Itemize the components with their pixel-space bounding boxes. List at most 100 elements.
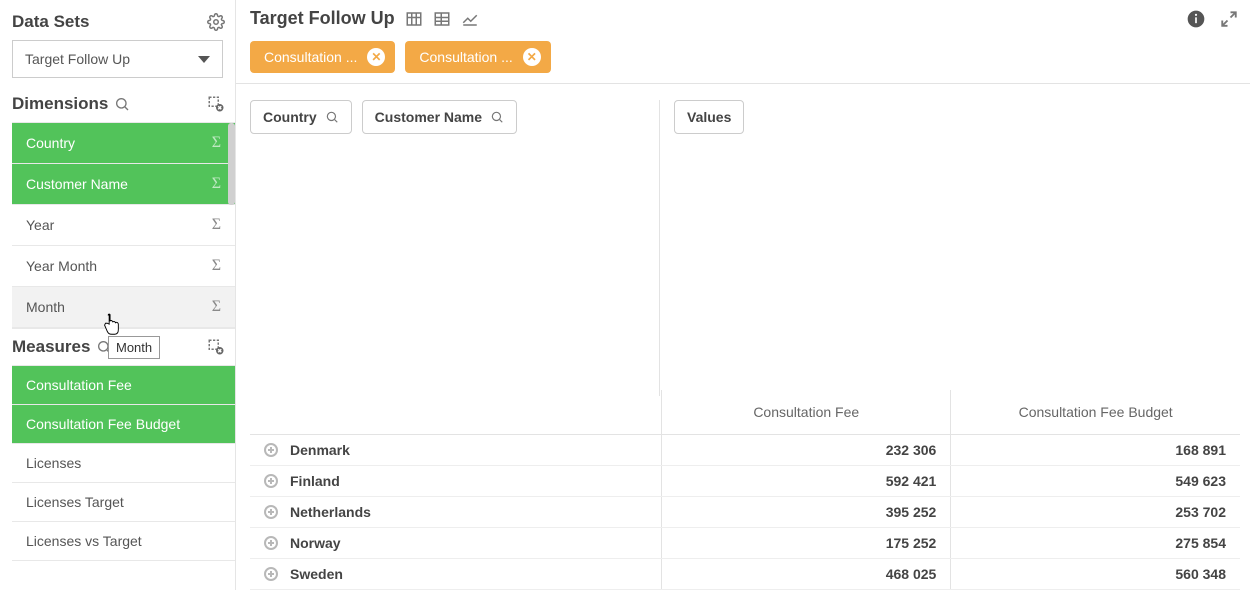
value-field-chips: Values [660,100,1240,134]
field-label: Values [687,109,731,125]
dataset-selected-label: Target Follow Up [25,51,130,67]
dimension-item-country[interactable]: Country Σ [12,123,235,164]
measure-label: Licenses Target [26,494,124,510]
gear-icon[interactable] [207,13,225,31]
field-label: Customer Name [375,109,482,125]
table-row[interactable]: Sweden 468 025 560 348 [250,559,1240,590]
value-column-header[interactable]: Consultation Fee Budget [951,390,1240,435]
sidebar: Data Sets Target Follow Up Dimensions [0,0,236,590]
dimensions-title: Dimensions [12,94,130,114]
sigma-icon[interactable]: Σ [212,175,221,193]
measure-item-licenses[interactable]: Licenses [12,444,235,483]
expand-icon[interactable] [264,536,278,550]
row-field-chips: Country Customer Name [250,100,659,134]
dimension-item-month[interactable]: Month Σ [12,287,235,328]
fullscreen-icon[interactable] [1220,10,1238,28]
cell-value: 275 854 [951,528,1240,559]
cell-value: 592 421 [662,466,951,497]
filter-chip-label: Consultation ... [264,49,357,65]
datasets-title: Data Sets [12,12,89,32]
dimension-item-year[interactable]: Year Σ [12,205,235,246]
pivot-rows-area: Country Customer Name [250,100,660,396]
filter-chip-label: Consultation ... [419,49,512,65]
measure-item-licenses-vs-target[interactable]: Licenses vs Target [12,522,235,560]
chevron-down-icon [198,56,210,63]
measure-label: Consultation Fee Budget [26,416,180,432]
table-row[interactable]: Finland 592 421 549 623 [250,466,1240,497]
search-icon[interactable] [490,110,504,124]
pivot-table-icon[interactable] [433,10,451,28]
cell-value: 560 348 [951,559,1240,590]
pivot-table-wrap: Consultation Fee Consultation Fee Budget… [236,390,1250,590]
measure-label: Licenses [26,455,81,471]
main-header: Target Follow Up [236,0,1250,35]
measure-label: Consultation Fee [26,377,132,393]
close-icon[interactable]: ✕ [523,48,541,66]
value-column-header[interactable]: Consultation Fee [662,390,951,435]
cell-value: 468 025 [662,559,951,590]
page-title: Target Follow Up [250,8,395,29]
dimension-item-year-month[interactable]: Year Month Σ [12,246,235,287]
dimension-label: Year Month [26,258,97,274]
row-field-country[interactable]: Country [250,100,352,134]
filter-chip[interactable]: Consultation ... ✕ [405,41,550,73]
pivot-values-area: Values [660,100,1240,396]
datasets-header: Data Sets [12,8,235,40]
measure-item-consultation-fee[interactable]: Consultation Fee [12,366,235,405]
cell-value: 549 623 [951,466,1240,497]
clear-selection-icon[interactable] [207,95,225,113]
expand-icon[interactable] [264,505,278,519]
cell-value: 253 702 [951,497,1240,528]
sigma-icon[interactable]: Σ [212,216,221,234]
sigma-icon[interactable]: Σ [212,298,221,316]
filter-chips-row: Consultation ... ✕ Consultation ... ✕ [236,35,1250,84]
row-label: Netherlands [290,504,371,520]
table-row[interactable]: Denmark 232 306 168 891 [250,434,1240,466]
dimensions-header: Dimensions [12,90,235,122]
row-label: Norway [290,535,341,551]
measure-item-consultation-fee-budget[interactable]: Consultation Fee Budget [12,405,235,444]
filter-chip[interactable]: Consultation ... ✕ [250,41,395,73]
cell-value: 168 891 [951,434,1240,466]
chart-view-icon[interactable] [461,10,479,28]
main-header-right [1186,9,1238,29]
value-field-values[interactable]: Values [674,100,744,134]
cell-value: 175 252 [662,528,951,559]
info-icon[interactable] [1186,9,1206,29]
dimensions-list: Country Σ Customer Name Σ Year Σ Year Mo… [12,122,235,329]
clear-selection-icon[interactable] [207,338,225,356]
dimension-label: Year [26,217,54,233]
sigma-icon[interactable]: Σ [212,257,221,275]
dimension-item-customer-name[interactable]: Customer Name Σ [12,164,235,205]
dimension-label: Country [26,135,75,151]
pivot-workspace: Country Customer Name [236,84,1250,396]
table-row[interactable]: Netherlands 395 252 253 702 [250,497,1240,528]
row-label: Finland [290,473,340,489]
scrollbar-thumb[interactable] [228,123,235,205]
row-field-customer-name[interactable]: Customer Name [362,100,517,134]
search-icon[interactable] [325,110,339,124]
measure-label: Licenses vs Target [26,533,142,549]
expand-icon[interactable] [264,443,278,457]
sigma-icon[interactable]: Σ [212,134,221,152]
field-label: Country [263,109,317,125]
main-header-left: Target Follow Up [250,8,479,29]
row-label: Sweden [290,566,343,582]
measures-list: Consultation Fee Consultation Fee Budget… [12,365,235,561]
search-icon[interactable] [114,96,130,112]
dataset-select[interactable]: Target Follow Up [12,40,223,78]
table-view-icon[interactable] [405,10,423,28]
pivot-table: Consultation Fee Consultation Fee Budget… [250,390,1240,590]
measures-title: Measures [12,337,112,357]
table-row[interactable]: Norway 175 252 275 854 [250,528,1240,559]
cell-value: 395 252 [662,497,951,528]
close-icon[interactable]: ✕ [367,48,385,66]
empty-header-cell [250,390,662,435]
expand-icon[interactable] [264,474,278,488]
expand-icon[interactable] [264,567,278,581]
row-label: Denmark [290,442,350,458]
hover-tooltip: Month [108,336,160,359]
dimension-label: Month [26,299,65,315]
dimension-label: Customer Name [26,176,128,192]
measure-item-licenses-target[interactable]: Licenses Target [12,483,235,522]
